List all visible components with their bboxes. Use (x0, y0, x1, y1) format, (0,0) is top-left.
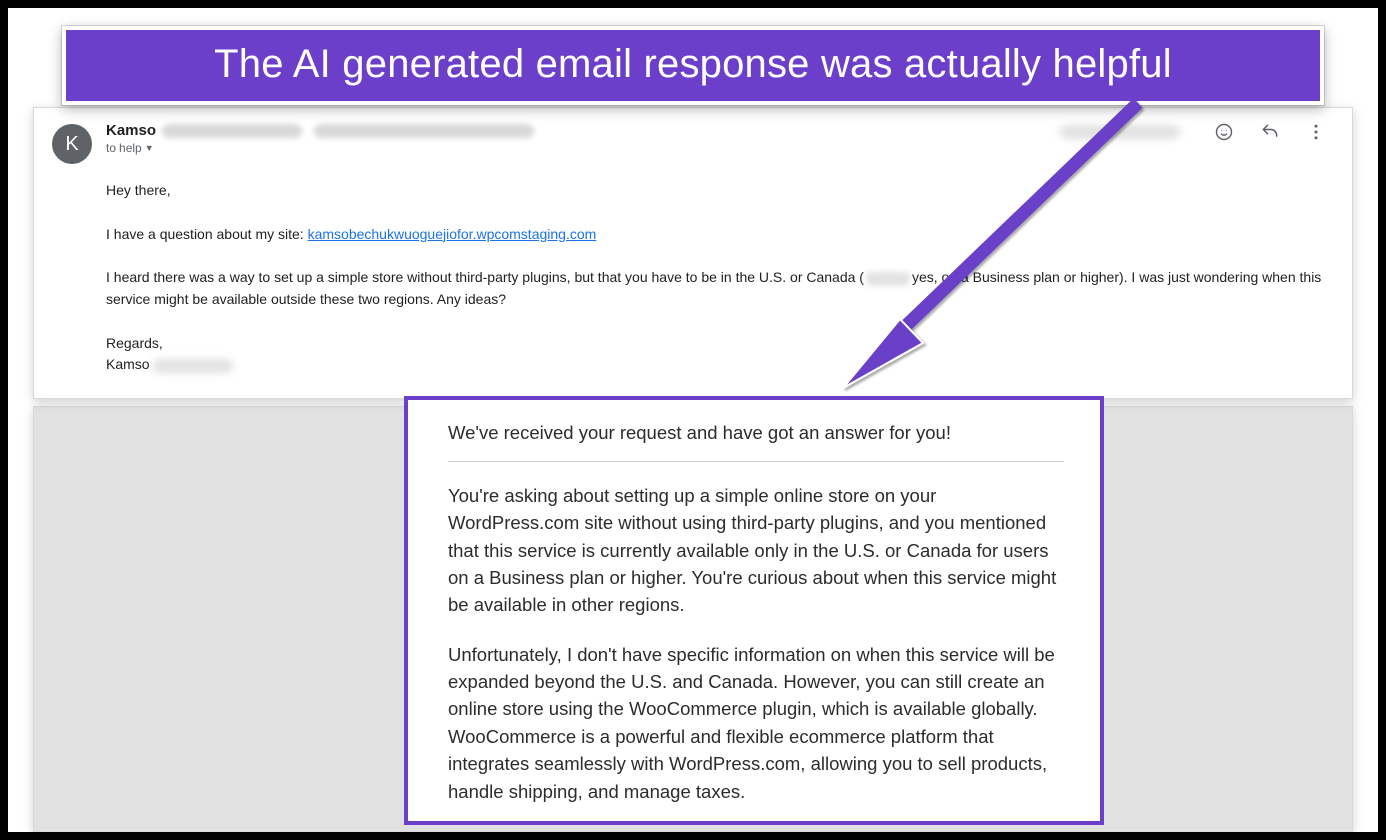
redacted-date (1060, 125, 1180, 139)
email-signature: Regards, Kamso (106, 333, 1326, 376)
chevron-down-icon[interactable]: ▼ (145, 143, 154, 153)
redacted-text (162, 124, 302, 138)
sig-regards: Regards, (106, 335, 163, 351)
email-main-a: I heard there was a way to set up a simp… (106, 269, 864, 285)
ai-response-panel: We've received your request and have got… (404, 396, 1104, 825)
redacted-text (314, 124, 534, 138)
response-paragraph-1: You're asking about setting up a simple … (448, 482, 1064, 619)
page-frame: The AI generated email response was actu… (8, 8, 1378, 832)
response-paragraph-2: Unfortunately, I don't have specific inf… (448, 641, 1064, 805)
email-header: K Kamso to help ▼ (52, 122, 1326, 164)
more-options-icon[interactable] (1306, 122, 1326, 142)
strip-gutter (34, 407, 129, 831)
email-card: K Kamso to help ▼ (33, 107, 1353, 399)
sender-name: Kamso (106, 122, 156, 139)
redacted-text (866, 272, 910, 286)
avatar: K (52, 124, 92, 164)
reply-icon[interactable] (1260, 122, 1280, 142)
emoji-reaction-icon[interactable] (1214, 122, 1234, 142)
email-main-question: I heard there was a way to set up a simp… (106, 267, 1326, 310)
email-greeting: Hey there, (106, 180, 1326, 202)
to-recipient: help (119, 141, 142, 155)
to-line[interactable]: to help ▼ (106, 141, 1326, 155)
callout-banner: The AI generated email response was actu… (62, 26, 1324, 105)
callout-text: The AI generated email response was actu… (214, 42, 1172, 86)
to-prefix: to (106, 141, 116, 155)
email-question-intro: I have a question about my site: kamsobe… (106, 224, 1326, 246)
email-actions (1060, 122, 1326, 142)
redacted-text (153, 359, 233, 373)
response-intro: We've received your request and have got… (448, 420, 1064, 462)
sig-name: Kamso (106, 356, 150, 372)
site-link[interactable]: kamsobechukwuoguejiofor.wpcomstaging.com (308, 226, 597, 242)
avatar-initial: K (65, 133, 78, 156)
email-body: Hey there, I have a question about my si… (106, 180, 1326, 376)
email-q-intro-text: I have a question about my site: (106, 226, 308, 242)
